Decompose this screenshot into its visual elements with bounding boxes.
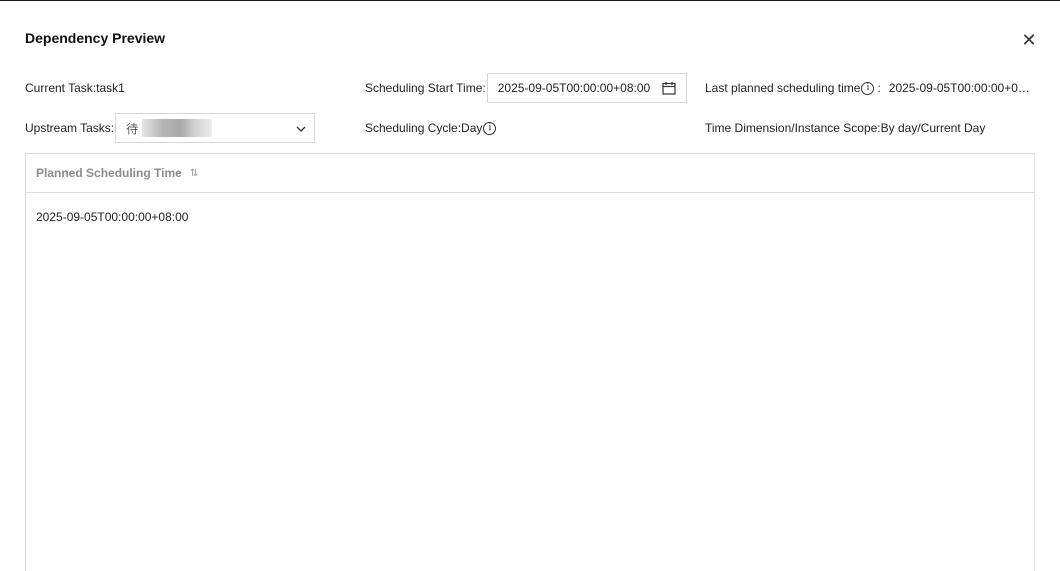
info-icon[interactable]: i	[861, 81, 875, 95]
sort-icon[interactable]: ⇅	[190, 168, 198, 179]
current-task: Current Task:task1	[25, 81, 125, 95]
planned-time-table: Planned Scheduling Time ⇅ 2025-09-05T00:…	[25, 153, 1035, 571]
table-header[interactable]: Planned Scheduling Time ⇅	[26, 154, 1034, 193]
last-planned-label: Last planned scheduling time	[705, 81, 861, 95]
scheduling-cycle: Scheduling Cycle:Day	[365, 121, 483, 135]
table-cell: 2025-09-05T00:00:00+08:00	[36, 210, 189, 224]
upstream-selected-value: 待	[126, 119, 213, 137]
last-planned-value: 2025-09-05T00:00:00+08:00	[888, 81, 1034, 95]
last-planned-colon: :	[877, 81, 881, 95]
scheduling-cycle-field: Scheduling Cycle:Day i	[365, 121, 497, 135]
close-icon[interactable]: ✕	[1020, 31, 1038, 49]
table-row: 2025-09-05T00:00:00+08:00	[26, 193, 1034, 241]
dependency-preview-dialog: Dependency Preview ✕ Current Task:task1 …	[0, 0, 1060, 571]
dialog-title: Dependency Preview	[25, 30, 166, 46]
upstream-label: Upstream Tasks:	[25, 121, 115, 135]
scheduling-start-field: Scheduling Start Time: 2025-09-05T00:00:…	[365, 73, 687, 103]
column-header-planned-time[interactable]: Planned Scheduling Time	[36, 166, 182, 180]
calendar-icon[interactable]	[662, 81, 676, 95]
upstream-prefix: 待	[126, 121, 139, 136]
scheduling-start-value: 2025-09-05T00:00:00+08:00	[497, 81, 651, 95]
upstream-tasks-select[interactable]: 待	[115, 113, 316, 143]
chevron-down-icon[interactable]	[296, 121, 306, 135]
scheduling-start-input[interactable]: 2025-09-05T00:00:00+08:00	[486, 73, 687, 103]
info-icon[interactable]: i	[483, 121, 497, 135]
redacted-task-name	[142, 119, 213, 137]
upstream-tasks-field: Upstream Tasks: 待	[25, 113, 316, 143]
time-dimension: Time Dimension/Instance Scope:By day/Cur…	[705, 121, 986, 135]
scheduling-start-label: Scheduling Start Time:	[365, 81, 486, 95]
last-planned-field: Last planned scheduling time i : 2025-09…	[705, 81, 1034, 95]
